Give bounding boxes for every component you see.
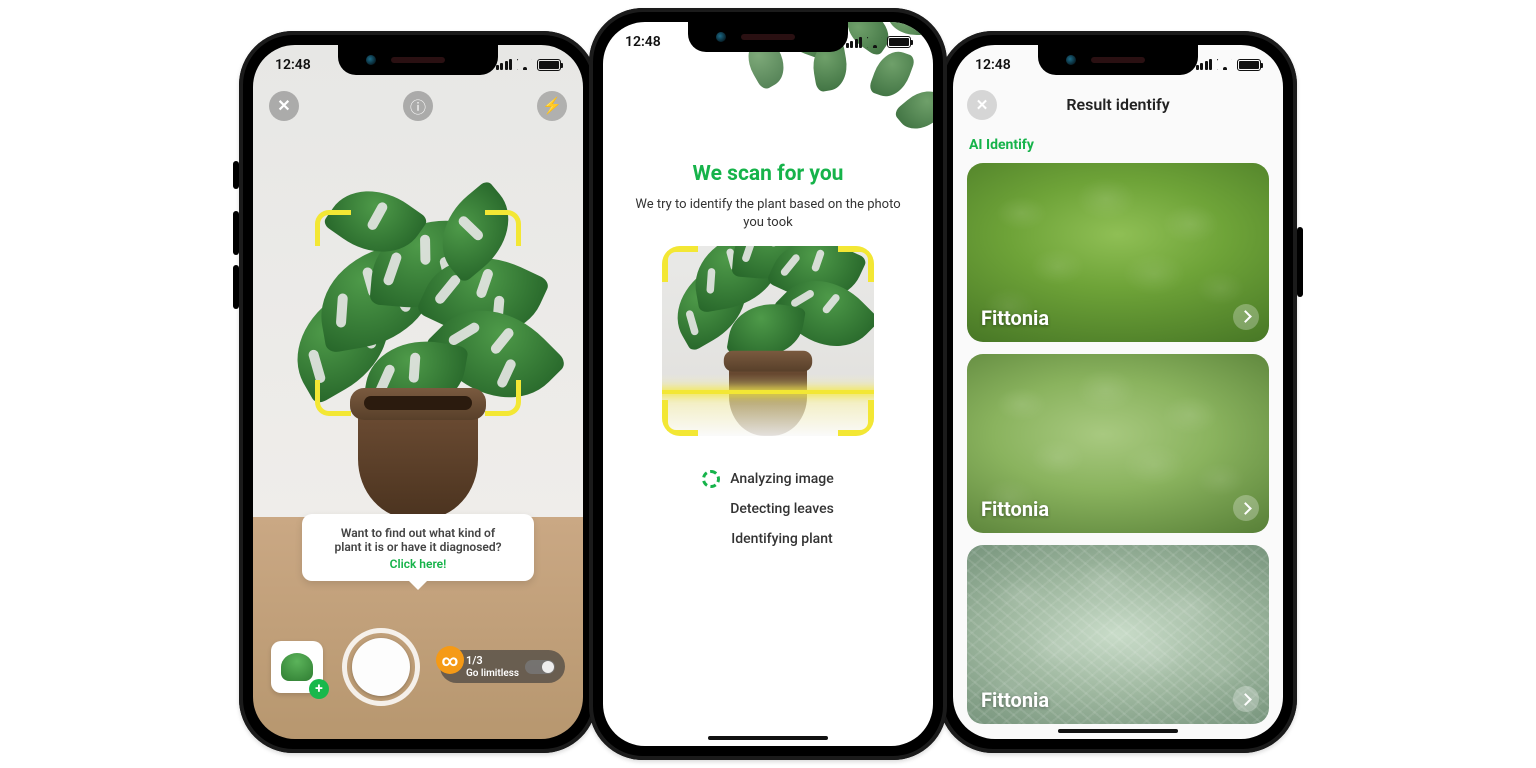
- status-right: [846, 36, 912, 48]
- phone-scanning: 12:48 We scan for you We try to identify…: [589, 8, 947, 760]
- result-card[interactable]: Fittonia: [967, 545, 1269, 724]
- camera-bottom-bar: + ∞ 1/3 Go limitless: [253, 617, 583, 717]
- scan-preview: [662, 246, 874, 436]
- scan-title: We scan for you: [631, 162, 905, 186]
- wifi-icon: [1217, 59, 1232, 70]
- camera-top-controls: ✕ ⓘ ⚡: [253, 91, 583, 121]
- result-card[interactable]: Fittonia: [967, 354, 1269, 533]
- scan-step: Detecting leaves: [702, 500, 834, 518]
- limitless-toggle[interactable]: [525, 660, 555, 674]
- wifi-icon: [867, 37, 882, 48]
- step-label: Identifying plant: [731, 531, 832, 547]
- home-indicator[interactable]: [708, 736, 828, 740]
- tooltip-line: Want to find out what kind of: [341, 526, 495, 540]
- navbar: ✕ Result identify: [953, 85, 1283, 125]
- result-list[interactable]: Fittonia Fittonia Fittonia: [967, 163, 1269, 725]
- result-card[interactable]: Fittonia: [967, 163, 1269, 342]
- battery-icon: [1237, 59, 1261, 71]
- scan-steps: Analyzing image Detecting leaves Identif…: [603, 470, 933, 548]
- result-name: Fittonia: [981, 497, 1049, 521]
- result-name: Fittonia: [981, 306, 1049, 330]
- step-label: Detecting leaves: [730, 501, 834, 517]
- device-notch: [1038, 45, 1198, 75]
- infinity-icon: ∞: [436, 646, 464, 674]
- step-label: Analyzing image: [730, 471, 834, 487]
- tooltip-line: plant it is or have it diagnosed?: [334, 540, 501, 554]
- section-label: AI Identify: [969, 137, 1034, 153]
- thumbnail-image: [281, 653, 313, 681]
- close-button[interactable]: ✕: [967, 90, 997, 120]
- plant-pot: [358, 404, 478, 519]
- scan-heading: We scan for you We try to identify the p…: [603, 162, 933, 231]
- scan-counter: 1/3: [466, 654, 483, 667]
- x-icon: ✕: [277, 96, 290, 115]
- limitless-label: Go limitless: [466, 668, 519, 679]
- flash-button[interactable]: ⚡: [537, 91, 567, 121]
- hint-tooltip[interactable]: Want to find out what kind of plant it i…: [302, 514, 534, 581]
- status-time: 12:48: [625, 34, 661, 50]
- spinner-icon: [702, 470, 720, 488]
- info-icon: ⓘ: [410, 94, 426, 118]
- wifi-icon: [517, 59, 532, 70]
- scan-step: Analyzing image: [702, 470, 834, 488]
- tooltip-cta[interactable]: Click here!: [312, 557, 524, 571]
- flash-icon: ⚡: [542, 96, 562, 115]
- phone-camera: 12:48 ✕ ⓘ ⚡: [239, 31, 597, 753]
- scan-subtitle: We try to identify the plant based on th…: [631, 196, 905, 231]
- home-indicator[interactable]: [1058, 729, 1178, 733]
- shutter-button[interactable]: [342, 628, 420, 706]
- device-notch: [688, 22, 848, 52]
- chevron-right-icon: [1233, 304, 1259, 330]
- scan-step: Identifying plant: [703, 530, 832, 548]
- battery-icon: [537, 59, 561, 71]
- battery-icon: [887, 36, 911, 48]
- cell-signal-icon: [1196, 59, 1213, 70]
- gallery-thumbnail[interactable]: +: [271, 641, 323, 693]
- page-title: Result identify: [1066, 95, 1169, 114]
- close-button[interactable]: ✕: [269, 91, 299, 121]
- result-name: Fittonia: [981, 688, 1049, 712]
- device-notch: [338, 45, 498, 75]
- status-right: [1196, 59, 1262, 71]
- status-right: [496, 59, 562, 71]
- status-time: 12:48: [275, 57, 311, 73]
- phone-results: 12:48 ✕ Result identify AI Identify Fitt…: [939, 31, 1297, 753]
- add-icon: +: [309, 679, 329, 699]
- chevron-right-icon: [1233, 686, 1259, 712]
- pending-icon: [703, 530, 721, 548]
- limitless-pill[interactable]: ∞ 1/3 Go limitless: [440, 650, 565, 683]
- shutter-inner: [352, 638, 410, 696]
- pending-icon: [702, 500, 720, 518]
- x-icon: ✕: [976, 96, 989, 114]
- cell-signal-icon: [496, 59, 513, 70]
- viewfinder-frame: [315, 210, 521, 416]
- chevron-right-icon: [1233, 495, 1259, 521]
- info-button[interactable]: ⓘ: [403, 91, 433, 121]
- status-time: 12:48: [975, 57, 1011, 73]
- cell-signal-icon: [846, 37, 863, 48]
